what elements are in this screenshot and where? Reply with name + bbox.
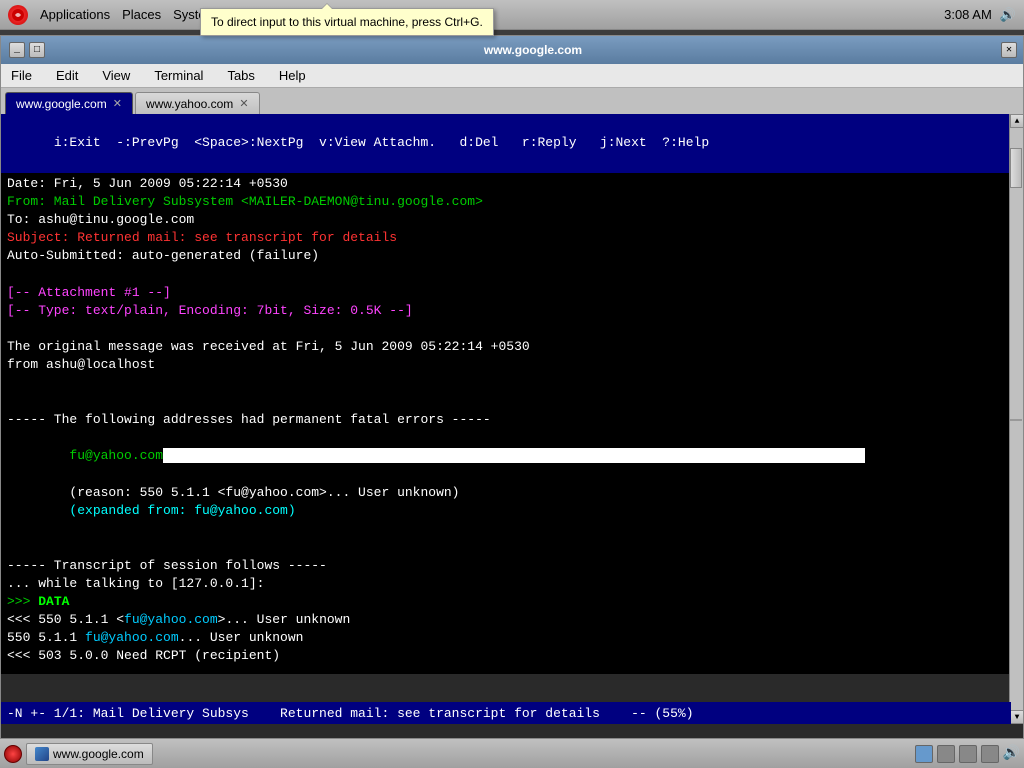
taskbar-app-label: www.google.com: [53, 747, 144, 761]
sound-icon[interactable]: 🔊: [1000, 7, 1016, 23]
reason-line: (reason: 550 5.1.1 <fu@yahoo.com>... Use…: [7, 484, 1017, 502]
taskbar-right: 🔊: [915, 745, 1020, 763]
taskbar-indicator-3[interactable]: [959, 745, 977, 763]
scroll-indicator: [1010, 419, 1022, 421]
while-talking-line: ... while talking to [127.0.0.1]:: [7, 575, 1017, 593]
transcript-line: ----- Transcript of session follows ----…: [7, 557, 1017, 575]
email-date: Date: Fri, 5 Jun 2009 05:22:14 +0530: [7, 175, 1017, 193]
tab-yahoo[interactable]: www.yahoo.com ✕: [135, 92, 260, 114]
fedora-logo-icon[interactable]: [8, 5, 28, 25]
tab-yahoo-label: www.yahoo.com: [146, 97, 233, 111]
tabs-menu[interactable]: Tabs: [223, 66, 258, 85]
taskbar-sound-icon[interactable]: 🔊: [1003, 745, 1020, 763]
scroll-down-button[interactable]: ▼: [1010, 710, 1024, 724]
system-bar: Applications Places System 3:08 AM 🔊: [0, 0, 1024, 30]
view-menu[interactable]: View: [98, 66, 134, 85]
system-bar-left: Applications Places System: [8, 5, 216, 25]
email-status-bar: -N +- 1/1: Mail Delivery Subsys Returned…: [1, 702, 1011, 724]
blank-line-5: [7, 520, 1017, 538]
tab-google-label: www.google.com: [16, 97, 107, 111]
system-bar-right: 3:08 AM 🔊: [944, 7, 1016, 23]
scrollbar-track[interactable]: [1010, 128, 1023, 724]
original-msg-2: from ashu@localhost: [7, 356, 1017, 374]
blank-line-1: [7, 266, 1017, 284]
blank-line-4: [7, 393, 1017, 411]
taskbar-indicator-1[interactable]: [915, 745, 933, 763]
bad-address-line: fu@yahoo.com: [7, 429, 1017, 484]
maximize-button[interactable]: □: [29, 42, 45, 58]
applications-menu[interactable]: Applications: [40, 7, 110, 22]
tab-yahoo-close[interactable]: ✕: [239, 97, 248, 110]
scroll-up-button[interactable]: ▲: [1010, 114, 1024, 128]
minimize-button[interactable]: _: [9, 42, 25, 58]
close-button[interactable]: ✕: [1001, 42, 1017, 58]
bad-address-green: fu@yahoo.com: [69, 448, 163, 463]
expanded-line: (expanded from: fu@yahoo.com): [7, 502, 1017, 520]
taskbar-fedora-icon: [4, 745, 22, 763]
taskbar-indicator-2[interactable]: [937, 745, 955, 763]
taskbar: www.google.com 🔊: [0, 738, 1024, 768]
attachment-header-2: [-- Type: text/plain, Encoding: 7bit, Si…: [7, 302, 1017, 320]
data-cmd-line: >>> DATA: [7, 593, 1017, 611]
terminal-app-icon: [35, 747, 49, 761]
email-body: Date: Fri, 5 Jun 2009 05:22:14 +0530 Fro…: [1, 173, 1023, 668]
attachment-header-1: [-- Attachment #1 --]: [7, 284, 1017, 302]
tabs-bar: www.google.com ✕ www.yahoo.com ✕: [1, 88, 1023, 114]
terminal-menu[interactable]: Terminal: [150, 66, 207, 85]
terminal-content[interactable]: i:Exit -:PrevPg <Space>:NextPg v:View At…: [1, 114, 1023, 674]
vm-tooltip: To direct input to this virtual machine,…: [200, 8, 494, 36]
terminal-title: www.google.com: [67, 43, 999, 57]
email-from: From: Mail Delivery Subsystem <MAILER-DA…: [7, 193, 1017, 211]
taskbar-indicator-4[interactable]: [981, 745, 999, 763]
email-autosubmit: Auto-Submitted: auto-generated (failure): [7, 247, 1017, 265]
terminal-menubar: File Edit View Terminal Tabs Help: [1, 64, 1023, 88]
fatal-errors-line: ----- The following addresses had perman…: [7, 411, 1017, 429]
blank-line-2: [7, 320, 1017, 338]
resp550-line: <<< 550 5.1.1 <fu@yahoo.com>... User unk…: [7, 611, 1017, 629]
terminal-window: _ □ www.google.com ✕ File Edit View Term…: [0, 35, 1024, 755]
email-command-bar: i:Exit -:PrevPg <Space>:NextPg v:View At…: [1, 114, 1023, 173]
error550-line: 550 5.1.1 fu@yahoo.com... User unknown: [7, 629, 1017, 647]
taskbar-app-button[interactable]: www.google.com: [26, 743, 153, 765]
scrollbar-thumb[interactable]: [1010, 148, 1022, 188]
file-menu[interactable]: File: [7, 66, 36, 85]
original-msg-1: The original message was received at Fri…: [7, 338, 1017, 356]
bad-address-cursor: [163, 448, 865, 463]
terminal-titlebar: _ □ www.google.com ✕: [1, 36, 1023, 64]
tab-google-close[interactable]: ✕: [113, 97, 122, 110]
system-clock: 3:08 AM: [944, 7, 992, 22]
help-menu[interactable]: Help: [275, 66, 310, 85]
email-to: To: ashu@tinu.google.com: [7, 211, 1017, 229]
edit-menu[interactable]: Edit: [52, 66, 82, 85]
resp503-line: <<< 503 5.0.0 Need RCPT (recipient): [7, 647, 1017, 665]
tab-google[interactable]: www.google.com ✕: [5, 92, 133, 114]
places-menu[interactable]: Places: [122, 7, 161, 22]
blank-line-3: [7, 375, 1017, 393]
email-subject: Subject: Returned mail: see transcript f…: [7, 229, 1017, 247]
blank-line-6: [7, 538, 1017, 556]
scrollbar[interactable]: ▲ ▼: [1009, 114, 1023, 724]
